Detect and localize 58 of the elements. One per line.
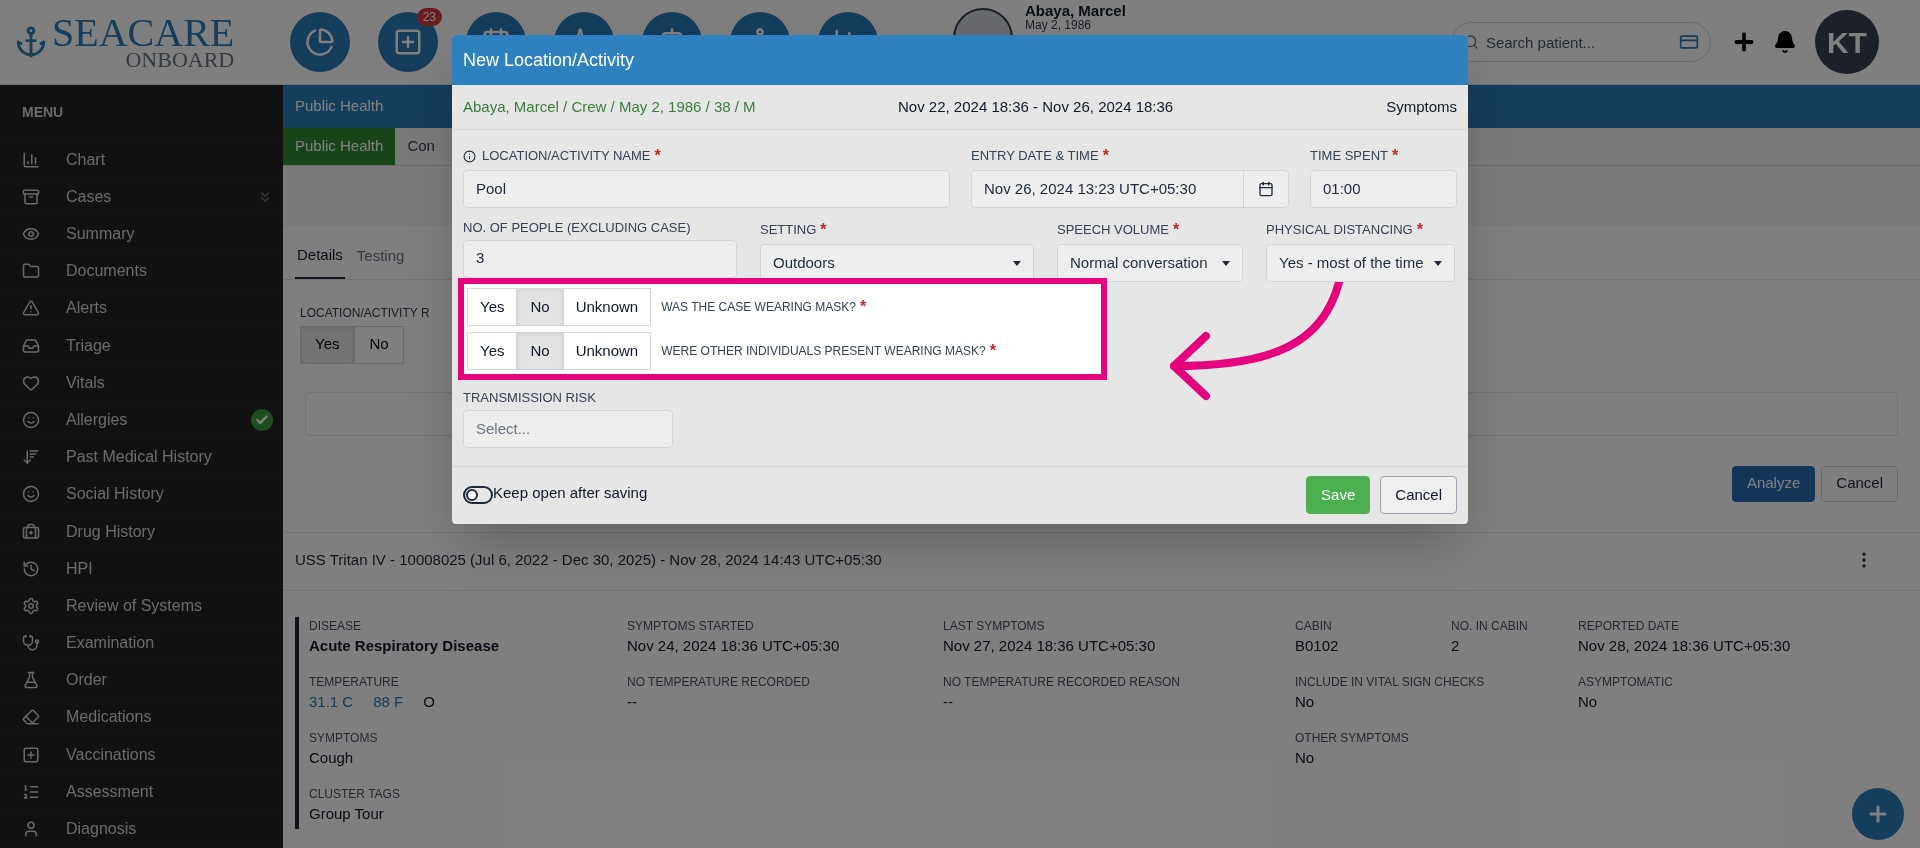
required-asterisk: * [820, 220, 827, 240]
detail-value: -- [943, 691, 953, 712]
field-label: PHYSICAL DISTANCING [1266, 221, 1413, 240]
patient-name: Abaya, Marcel [1025, 2, 1126, 19]
detail-label: LAST SYMPTOMS [943, 617, 1045, 635]
menu-title: MENU [22, 103, 64, 123]
question-label: WERE OTHER INDIVIDUALS PRESENT WEARING MASK? [661, 343, 986, 360]
field-label: NO. OF PEOPLE (EXCLUDING CASE) [463, 219, 691, 237]
patient-summary: Abaya, Marcel / Crew / May 2, 1986 / 38 / M [463, 96, 757, 117]
section-title: Public Health [295, 96, 384, 117]
toggle-label: Keep open after saving [493, 482, 648, 503]
detail-label: NO. IN CABIN [1451, 617, 1528, 635]
detail-label: DISEASE [309, 617, 362, 635]
required-asterisk: * [654, 146, 661, 166]
detail-label: INCLUDE IN VITAL SIGN CHECKS [1295, 673, 1485, 691]
period-range: Nov 22, 2024 18:36 - Nov 26, 2024 18:36 [898, 96, 1175, 117]
detail-value: Nov 27, 2024 18:36 UTC+05:30 [943, 635, 1156, 656]
detail-label: OTHER SYMPTOMS [1295, 729, 1409, 747]
detail-label: SYMPTOMS [309, 729, 378, 747]
case-title: USS Tritan IV - 10008025 (Jul 6, 2022 - Dec 30, 2025) - Nov 28, 2024 14:43 UTC+05:30 [295, 549, 882, 570]
field-label: TRANSMISSION RISK [463, 389, 596, 407]
detail-value: -- [627, 691, 637, 712]
detail-value: No [1295, 747, 1315, 768]
detail-label: REPORTED DATE [1578, 617, 1679, 635]
required-asterisk: * [1416, 220, 1423, 240]
detail-value: Cough [309, 747, 354, 768]
detail-label: CLUSTER TAGS [309, 785, 400, 803]
detail-value: Nov 24, 2024 18:36 UTC+05:30 [627, 635, 840, 656]
detail-value: Acute Respiratory Disease [309, 635, 500, 656]
detail-value: 2 [1451, 635, 1460, 656]
required-asterisk: * [1392, 146, 1399, 166]
detail-value: Nov 28, 2024 18:36 UTC+05:30 [1578, 635, 1791, 656]
detail-label: SYMPTOMS STARTED [627, 617, 754, 635]
required-asterisk: * [1102, 146, 1109, 166]
category-text: Symptoms [1386, 96, 1457, 117]
detail-value: B0102 [1295, 635, 1339, 656]
notification-count: 23 [416, 8, 442, 26]
detail-label: TEMPERATURE [309, 673, 399, 691]
required-asterisk: * [859, 297, 867, 317]
detail-value: No [1578, 691, 1598, 712]
field-label: SPEECH VOLUME [1057, 221, 1169, 240]
modal-title: New Location/Activity [463, 48, 635, 72]
detail-value: No [1295, 691, 1315, 712]
field-label: LOCATION/ACTIVITY NAME [482, 147, 651, 166]
required-asterisk: * [1173, 220, 1180, 240]
patient-dob: May 2, 1986 [1025, 19, 1093, 32]
field-label: ENTRY DATE & TIME [971, 147, 1099, 166]
detail-label: ASYMPTOMATIC [1578, 673, 1673, 691]
required-asterisk: * [989, 341, 996, 361]
detail-value: Group Tour [309, 803, 384, 824]
detail-label: CABIN [1295, 617, 1332, 635]
detail-label: NO TEMPERATURE RECORDED REASON [943, 673, 1180, 691]
field-label: TIME SPENT [1310, 147, 1388, 166]
field-label: SETTING [760, 221, 817, 240]
field-label: LOCATION/ACTIVITY R [300, 305, 430, 320]
detail-value: O [423, 691, 435, 712]
question-label: WAS THE CASE WEARING MASK? [661, 299, 856, 316]
detail-label: NO TEMPERATURE RECORDED [627, 673, 810, 691]
